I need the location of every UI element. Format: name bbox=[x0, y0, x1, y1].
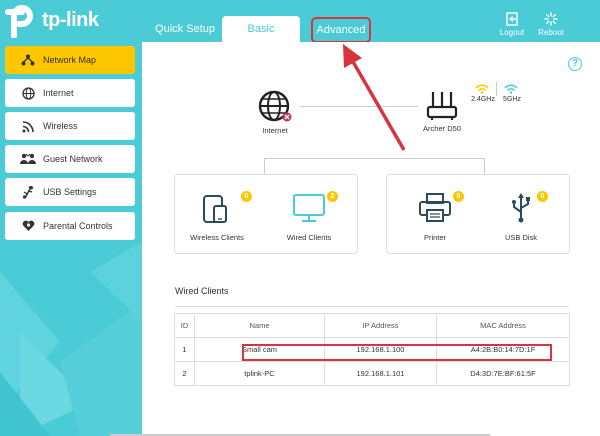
logout-label: Logout bbox=[499, 28, 525, 37]
sidebar-item-network-map[interactable]: Network Map bbox=[5, 46, 135, 74]
column-header-ip: IP Address bbox=[324, 313, 437, 338]
monitor-icon bbox=[293, 194, 325, 222]
router-icon bbox=[426, 92, 458, 120]
sidebar-item-label: Internet bbox=[43, 88, 74, 98]
main-content: ? Internet Archer D50 2.4GHz 5GHz Wirele… bbox=[146, 42, 600, 436]
tab-quick-setup[interactable]: Quick Setup bbox=[150, 16, 220, 42]
logo-text: tp-link bbox=[42, 8, 99, 31]
sidebar-item-label: Parental Controls bbox=[43, 221, 113, 231]
tp-link-logo-icon bbox=[4, 2, 40, 39]
sidebar-item-parental-controls[interactable]: Parental Controls bbox=[5, 212, 135, 240]
guest-network-icon bbox=[19, 152, 37, 166]
internet-node[interactable] bbox=[258, 90, 292, 129]
connector-horizontal bbox=[264, 158, 484, 159]
globe-icon bbox=[19, 86, 37, 100]
router-node[interactable] bbox=[426, 90, 458, 127]
wifi-5ghz-icon bbox=[504, 84, 518, 94]
tab-advanced[interactable]: Advanced bbox=[311, 17, 371, 43]
tablet-phone-icon bbox=[203, 195, 227, 223]
heart-icon bbox=[19, 219, 37, 233]
band-24ghz-label: 2.4GHz bbox=[471, 96, 495, 103]
usb-disk-item[interactable]: USB Disk bbox=[481, 192, 561, 242]
sidebar-item-usb-settings[interactable]: USB Settings bbox=[5, 178, 135, 206]
cell-id: 1 bbox=[174, 337, 195, 362]
logout-button[interactable]: Logout bbox=[494, 12, 530, 37]
connection-line bbox=[300, 106, 418, 107]
usb-icon bbox=[512, 193, 530, 223]
logout-icon bbox=[506, 12, 518, 26]
wireless-icon bbox=[19, 119, 37, 133]
table-header-row: ID Name IP Address MAC Address bbox=[174, 313, 570, 338]
band-divider bbox=[496, 82, 497, 96]
sidebar-item-label: USB Settings bbox=[43, 187, 97, 197]
sidebar-item-label: Network Map bbox=[43, 55, 97, 65]
cell-name: tplink-PC bbox=[194, 361, 325, 386]
wireless-clients-count-badge: 0 bbox=[241, 191, 252, 202]
cell-ip: 192.168.1.101 bbox=[324, 361, 437, 386]
printer-count-badge: 0 bbox=[453, 191, 464, 202]
top-header: tp-link Quick Setup Basic Advanced Logou… bbox=[0, 0, 600, 43]
connector-right bbox=[484, 158, 485, 174]
sidebar-item-wireless[interactable]: Wireless bbox=[5, 112, 135, 140]
tp-link-logo: tp-link bbox=[4, 2, 99, 39]
wired-clients-label: Wired Clients bbox=[286, 233, 332, 242]
sidebar: Network Map Internet Wireless Guest Netw… bbox=[0, 42, 142, 436]
router-label: Archer D50 bbox=[423, 124, 461, 133]
usb-disk-count-badge: 0 bbox=[537, 191, 548, 202]
tab-basic[interactable]: Basic bbox=[222, 16, 300, 42]
printer-icon bbox=[419, 193, 451, 222]
globe-icon bbox=[258, 90, 292, 122]
wifi-24ghz-icon bbox=[475, 84, 489, 94]
table-row: 2 tplink-PC 192.168.1.101 D4:3D:7E:BF:61… bbox=[174, 361, 570, 386]
internet-label: Internet bbox=[262, 126, 288, 135]
help-icon[interactable]: ? bbox=[568, 57, 582, 71]
connector-left bbox=[264, 158, 265, 174]
wireless-clients-label: Wireless Clients bbox=[190, 233, 244, 242]
reboot-button[interactable]: Reboot bbox=[533, 12, 569, 37]
usb-icon bbox=[19, 185, 37, 199]
sidebar-item-guest-network[interactable]: Guest Network bbox=[5, 145, 135, 173]
band-5ghz-label: 5GHz bbox=[503, 96, 521, 103]
row-highlight-box bbox=[242, 344, 552, 361]
sidebar-item-label: Wireless bbox=[43, 121, 78, 131]
devices-panel: Printer 0 USB Disk 0 bbox=[386, 174, 570, 254]
column-header-name: Name bbox=[194, 313, 325, 338]
reboot-icon bbox=[544, 12, 558, 26]
sidebar-item-label: Guest Network bbox=[43, 154, 103, 164]
reboot-label: Reboot bbox=[538, 28, 564, 37]
cell-mac: D4:3D:7E:BF:61:5F bbox=[436, 361, 570, 386]
printer-label: Printer bbox=[423, 233, 447, 242]
column-header-mac: MAC Address bbox=[436, 313, 570, 338]
wired-clients-title: Wired Clients bbox=[175, 286, 229, 296]
cell-id: 2 bbox=[174, 361, 195, 386]
column-header-id: ID bbox=[174, 313, 195, 338]
network-map-icon bbox=[19, 53, 37, 67]
sidebar-item-internet[interactable]: Internet bbox=[5, 79, 135, 107]
usb-disk-label: USB Disk bbox=[504, 233, 538, 242]
section-divider bbox=[175, 306, 569, 307]
clients-panel: Wireless Clients 0 Wired Clients 2 bbox=[174, 174, 358, 254]
wired-clients-count-badge: 2 bbox=[327, 191, 338, 202]
